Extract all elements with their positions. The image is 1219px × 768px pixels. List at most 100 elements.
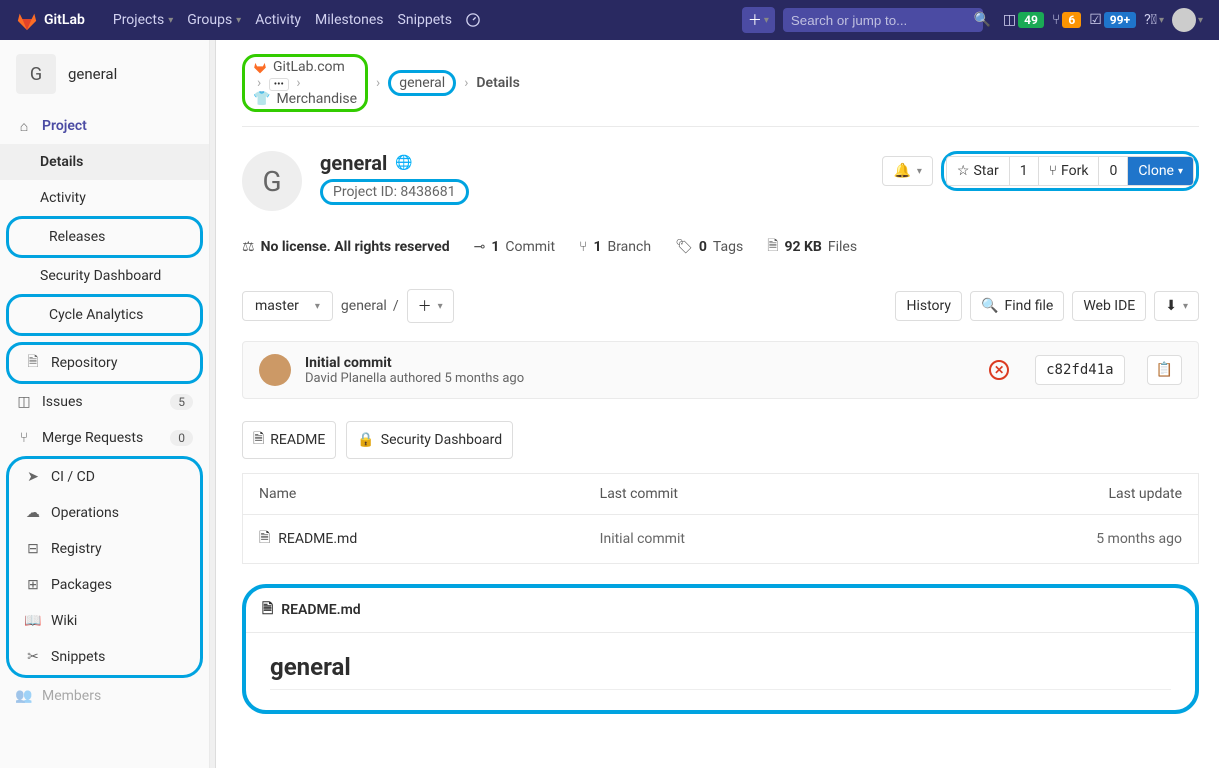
project-header: G general 🌐 Project ID: 8438681 🔔▾ ☆Star… <box>242 127 1199 227</box>
security-dashboard-button[interactable]: 🔒Security Dashboard <box>346 421 513 459</box>
breadcrumb-ellipsis[interactable]: ••• <box>269 78 289 91</box>
nav-projects[interactable]: Projects ▾ <box>113 12 173 28</box>
commit-sha[interactable]: c82fd41a <box>1035 355 1124 385</box>
project-stats: ⚖No license. All rights reserved ⊸1 Comm… <box>242 227 1199 279</box>
copy-sha-button[interactable]: 📋 <box>1147 355 1182 385</box>
cloud-icon: ☁ <box>25 505 41 521</box>
breadcrumb: GitLab.com › ••• › 👕Merchandise › genera… <box>242 40 1199 127</box>
mrs-link[interactable]: ⑂6 <box>1052 12 1081 28</box>
sidebar-item-operations[interactable]: ☁Operations <box>9 495 200 531</box>
plus-icon: ＋ <box>748 10 762 30</box>
new-dropdown[interactable]: ＋▾ <box>742 7 775 33</box>
branch-selector[interactable]: master▾ <box>242 291 333 321</box>
file-name[interactable]: README.md <box>278 531 357 547</box>
help-menu[interactable]: ?⃝▾ <box>1144 12 1164 28</box>
sidebar-item-wiki[interactable]: 📖Wiki <box>9 603 200 639</box>
sidebar-context[interactable]: G general <box>0 40 209 108</box>
sidebar-item-packages[interactable]: ⊞Packages <box>9 567 200 603</box>
doc-icon: 🗎 <box>25 355 41 371</box>
issues-link[interactable]: ◫49 <box>1003 12 1044 28</box>
sidebar-item-registry[interactable]: ⊟Registry <box>9 531 200 567</box>
gauge-icon <box>466 13 480 27</box>
doc-icon: 🗎 <box>262 598 273 622</box>
fork-button[interactable]: ⑂Fork <box>1039 157 1100 185</box>
chevron-down-icon: ▾ <box>236 15 241 26</box>
breadcrumb-group[interactable]: 👕Merchandise <box>253 91 357 107</box>
todos-link[interactable]: ☑99+ <box>1089 12 1136 28</box>
readme-header[interactable]: 🗎README.md <box>246 588 1195 633</box>
nav-groups[interactable]: Groups ▾ <box>187 12 241 28</box>
gitlab-logo[interactable]: GitLab <box>16 9 85 31</box>
search-input[interactable] <box>791 13 968 28</box>
package-icon: ⊞ <box>25 577 41 593</box>
readme-button[interactable]: 🗎README <box>242 421 336 459</box>
breadcrumb-project[interactable]: general <box>399 75 445 91</box>
project-name: general <box>68 65 117 83</box>
path-root[interactable]: general <box>341 298 387 314</box>
gitlab-icon <box>16 9 38 31</box>
add-to-tree[interactable]: ＋▾ <box>407 289 454 323</box>
issues-count: 5 <box>170 394 193 410</box>
history-button[interactable]: History <box>895 291 962 321</box>
merge-request-icon: ⑂ <box>1052 12 1060 28</box>
star-icon: ☆ <box>957 163 970 179</box>
web-ide-button[interactable]: Web IDE <box>1072 291 1146 321</box>
clone-button[interactable]: Clone ▾ <box>1128 157 1193 185</box>
project-id: Project ID: 8438681 <box>320 179 469 205</box>
todos-count: 49 <box>1018 12 1044 28</box>
project-avatar: G <box>16 54 56 94</box>
nav-milestones[interactable]: Milestones <box>315 12 384 28</box>
nav-snippets[interactable]: Snippets <box>398 12 452 28</box>
sidebar-item-issues[interactable]: ◫Issues5 <box>0 384 209 420</box>
commit-author-avatar[interactable] <box>259 354 291 386</box>
issues-count: 99+ <box>1104 12 1136 28</box>
help-icon: ?⃝ <box>1144 12 1157 28</box>
files-icon: 🗎 <box>767 235 778 259</box>
nav-activity[interactable]: Activity <box>255 12 301 28</box>
disk-icon: ⊟ <box>25 541 41 557</box>
sidebar-item-snippets[interactable]: ✂Snippets <box>9 639 200 675</box>
breadcrumb-page: Details <box>476 75 519 91</box>
gitlab-icon <box>253 60 267 74</box>
sidebar-sub-details[interactable]: Details <box>0 144 209 180</box>
nav-instance-review[interactable] <box>466 12 480 28</box>
tree-controls: master▾ general/ ＋▾ History 🔍Find file W… <box>242 279 1199 333</box>
fork-icon: ⑂ <box>1049 163 1057 179</box>
files-size[interactable]: 🗎92 KB Files <box>767 235 857 259</box>
download-dropdown[interactable]: ⬇▾ <box>1154 291 1199 321</box>
sidebar-item-mrs[interactable]: ⑂Merge Requests0 <box>0 420 209 456</box>
breadcrumb-root[interactable]: GitLab.com <box>253 59 357 75</box>
sidebar-sub-cycle[interactable]: Cycle Analytics <box>9 297 200 333</box>
commits-link[interactable]: ⊸1 Commit <box>474 239 555 255</box>
separator-icon: › <box>460 75 472 91</box>
license-info[interactable]: ⚖No license. All rights reserved <box>242 239 450 255</box>
sidebar-item-project[interactable]: ⌂ Project <box>0 108 209 144</box>
fork-count[interactable]: 0 <box>1099 157 1128 185</box>
commit-title[interactable]: Initial commit <box>305 355 524 371</box>
book-icon: 📖 <box>25 613 41 629</box>
pipeline-failed-icon[interactable]: ✕ <box>989 360 1009 380</box>
user-menu[interactable]: ▾ <box>1172 8 1203 32</box>
star-button[interactable]: ☆Star <box>947 157 1010 185</box>
sidebar-item-repository[interactable]: 🗎Repository <box>9 345 200 381</box>
project-avatar-large: G <box>242 151 302 211</box>
file-last-commit[interactable]: Initial commit <box>584 515 890 564</box>
sidebar-item-members[interactable]: 👥Members <box>0 678 209 714</box>
sidebar-sub-security[interactable]: Security Dashboard <box>0 258 209 294</box>
branches-link[interactable]: ⑂1 Branch <box>579 239 651 255</box>
star-fork-clone-group: ☆Star 1 ⑂Fork 0 Clone ▾ <box>946 156 1194 186</box>
doc-icon: 🗎 <box>259 527 270 551</box>
visibility-public-icon: 🌐 <box>395 155 412 171</box>
table-row[interactable]: 🗎README.md Initial commit 5 months ago <box>243 515 1199 564</box>
star-count[interactable]: 1 <box>1010 157 1039 185</box>
find-file-button[interactable]: 🔍Find file <box>970 291 1064 321</box>
sidebar-sub-activity[interactable]: Activity <box>0 180 209 216</box>
project-title: general 🌐 <box>320 151 469 175</box>
global-search[interactable]: 🔍 <box>783 8 983 32</box>
sidebar-sub-releases[interactable]: Releases <box>9 219 200 255</box>
sidebar-item-cicd[interactable]: ➤CI / CD <box>9 459 200 495</box>
mrs-count: 0 <box>170 430 193 446</box>
tags-link[interactable]: 🏷0 Tags <box>675 239 743 255</box>
notification-dropdown[interactable]: 🔔▾ <box>882 156 932 186</box>
chevron-down-icon: ▾ <box>1159 15 1164 26</box>
